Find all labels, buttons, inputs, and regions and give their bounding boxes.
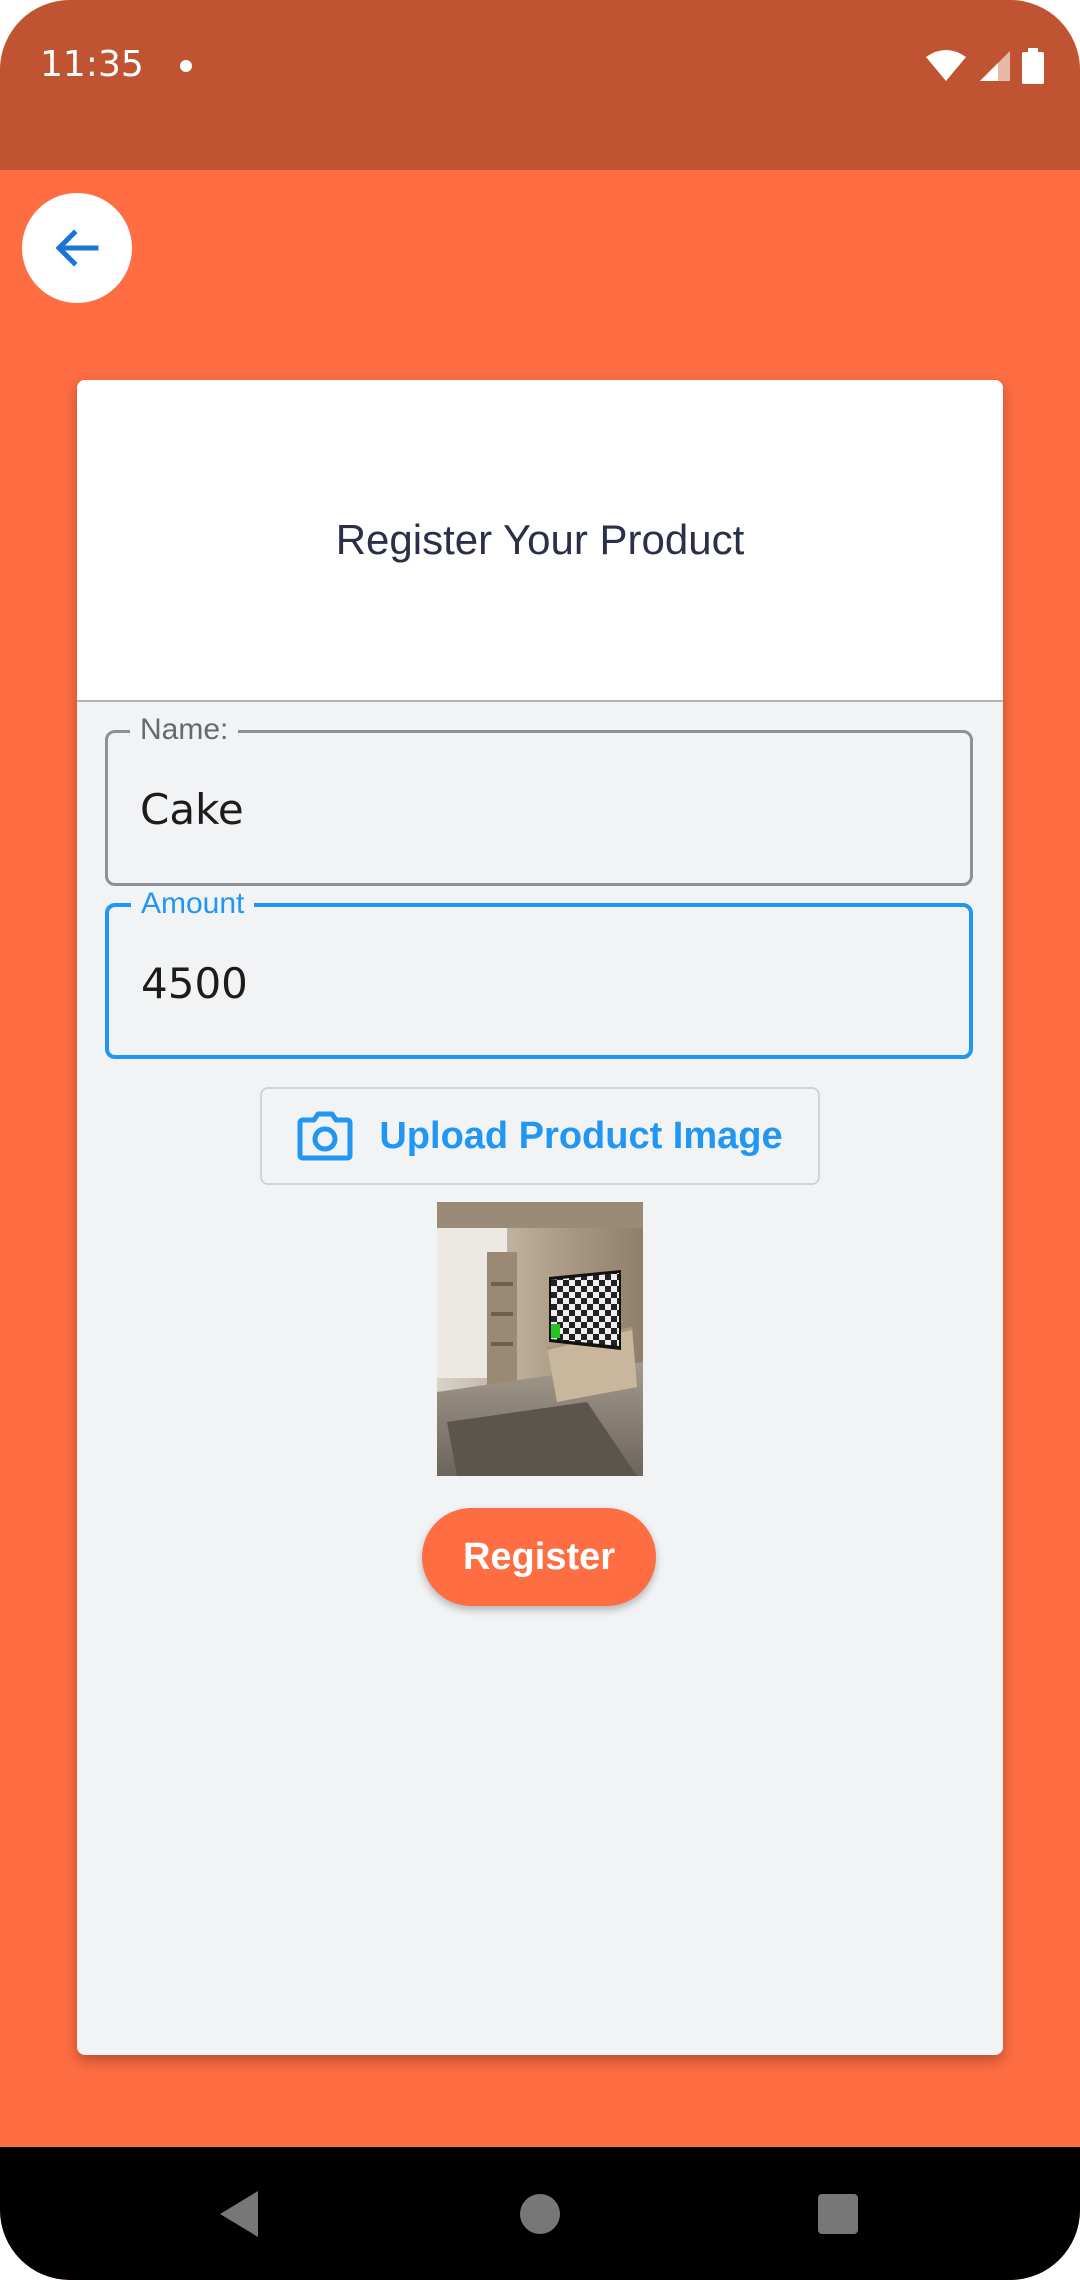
app-screen: 11:35 Register Your Product Name: Cake A…: [0, 0, 1080, 2280]
upload-image-button[interactable]: Upload Product Image: [260, 1087, 820, 1185]
back-button[interactable]: [22, 193, 132, 303]
card-header: Register Your Product: [77, 380, 1003, 702]
name-field[interactable]: Name:: [105, 713, 973, 886]
register-card: Register Your Product Name: Amount Uploa…: [77, 380, 1003, 2055]
status-time: 11:35: [40, 44, 144, 85]
arrow-left-icon: [55, 229, 99, 267]
amount-field-label: Amount: [131, 887, 255, 921]
nav-home-icon[interactable]: [520, 2194, 560, 2234]
upload-image-label: Upload Product Image: [379, 1114, 783, 1157]
nav-recents-icon[interactable]: [818, 2194, 858, 2234]
wifi-icon: [926, 50, 966, 81]
register-button-label: Register: [462, 1535, 616, 1578]
camera-icon: [297, 1111, 353, 1161]
navigation-bar: [0, 2147, 1080, 2280]
amount-input[interactable]: [141, 953, 921, 1013]
status-icons: [924, 46, 1044, 86]
amount-field[interactable]: Amount: [105, 887, 973, 1059]
status-bar: 11:35: [0, 0, 1080, 170]
signal-icon: [980, 51, 1010, 81]
page-title: Register Your Product: [335, 516, 745, 563]
notification-dot-icon: [180, 60, 192, 72]
battery-icon: [1022, 48, 1044, 84]
register-button[interactable]: Register: [422, 1508, 656, 1606]
name-field-label: Name:: [130, 713, 239, 747]
name-input[interactable]: [140, 779, 920, 839]
product-image: [437, 1202, 643, 1476]
nav-back-icon[interactable]: [218, 2189, 262, 2239]
